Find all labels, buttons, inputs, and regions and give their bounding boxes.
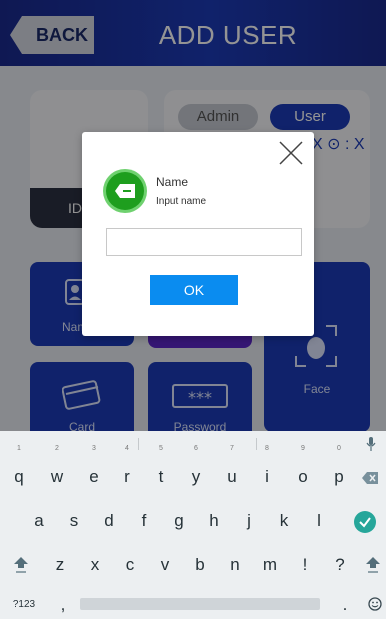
key-f[interactable]: f — [125, 501, 163, 541]
key-x[interactable]: x — [76, 545, 114, 585]
key-hint: 6 — [194, 445, 198, 452]
field-hint: Input name — [156, 196, 207, 207]
key-p[interactable]: 0p — [320, 445, 358, 497]
key-a[interactable]: a — [20, 501, 58, 541]
key-exclamation[interactable]: ! — [286, 545, 324, 585]
key-hint: 0 — [337, 445, 341, 452]
name-input-dialog: Name Input name OK — [82, 132, 314, 336]
key-u[interactable]: 7u — [213, 445, 251, 497]
field-label: Name — [156, 175, 189, 189]
key-hint: 7 — [230, 445, 234, 452]
backspace-icon[interactable] — [362, 472, 378, 484]
key-comma[interactable]: , — [44, 585, 82, 625]
key-label: q — [14, 467, 24, 486]
shift-icon[interactable] — [14, 557, 28, 573]
key-b[interactable]: b — [181, 545, 219, 585]
key-z[interactable]: z — [41, 545, 79, 585]
key-v[interactable]: v — [146, 545, 184, 585]
name-tag-icon — [106, 172, 144, 210]
key-hint: 9 — [301, 445, 305, 452]
key-label: o — [298, 467, 308, 486]
key-label: u — [227, 467, 237, 486]
shift-icon[interactable] — [366, 557, 380, 573]
name-input[interactable] — [106, 228, 302, 256]
key-label: p — [334, 467, 344, 486]
key-j[interactable]: j — [230, 501, 268, 541]
key-k[interactable]: k — [265, 501, 303, 541]
ok-button[interactable]: OK — [150, 275, 238, 305]
key-s[interactable]: s — [55, 501, 93, 541]
key-w[interactable]: 2w — [38, 445, 76, 497]
tag-icon — [115, 184, 135, 198]
key-hint: 1 — [17, 445, 21, 452]
key-label: y — [191, 467, 201, 486]
key-question[interactable]: ? — [321, 545, 359, 585]
key-label: w — [50, 467, 64, 486]
key-i[interactable]: 8i — [248, 445, 286, 497]
close-icon[interactable] — [278, 140, 304, 166]
key-t[interactable]: 5t — [142, 445, 180, 497]
key-m[interactable]: m — [251, 545, 289, 585]
key-hint: 8 — [265, 445, 269, 452]
space-key[interactable] — [80, 598, 320, 610]
key-d[interactable]: d — [90, 501, 128, 541]
key-label: t — [158, 467, 164, 486]
key-l[interactable]: l — [300, 501, 338, 541]
key-g[interactable]: g — [160, 501, 198, 541]
key-r[interactable]: 4r — [108, 445, 146, 497]
key-y[interactable]: 6y — [177, 445, 215, 497]
key-hint: 4 — [125, 445, 129, 452]
key-hint: 2 — [55, 445, 59, 452]
soft-keyboard: 1q 2w 3e 4r 5t 6y 7u 8i 9o 0p a s d f g … — [0, 431, 386, 619]
key-symbols[interactable]: ?123 — [4, 585, 44, 625]
key-period[interactable]: . — [326, 585, 364, 625]
done-check-icon[interactable] — [354, 511, 376, 533]
microphone-icon[interactable] — [366, 437, 376, 451]
key-label: r — [124, 467, 130, 486]
emoji-icon[interactable] — [368, 597, 382, 611]
suggestion-bar — [0, 431, 386, 457]
key-label: e — [89, 467, 99, 486]
key-c[interactable]: c — [111, 545, 149, 585]
key-hint: 5 — [159, 445, 163, 452]
key-q[interactable]: 1q — [0, 445, 38, 497]
key-h[interactable]: h — [195, 501, 233, 541]
key-label: i — [265, 467, 269, 486]
key-n[interactable]: n — [216, 545, 254, 585]
key-o[interactable]: 9o — [284, 445, 322, 497]
